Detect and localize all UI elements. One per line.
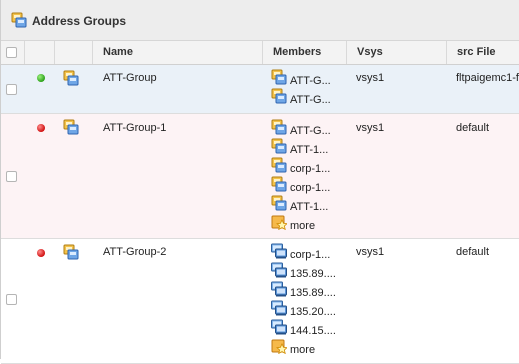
address-group-icon [63,70,79,86]
status-indicator-green [37,74,45,82]
panel-title: Address Groups [32,14,127,28]
status-indicator-red [37,124,45,132]
more-icon [271,214,287,230]
member-label: corp-1... [290,249,331,261]
vsys-value: vsys1 [356,246,385,258]
address-group-icon [271,138,287,154]
member-label: ATT-G... [290,75,331,87]
vsys-value: vsys1 [356,72,385,84]
network-address-icon [271,319,287,335]
column-header-vsys[interactable]: Vsys [346,41,446,64]
member-label: ATT-G... [290,125,331,137]
address-group-icon [63,119,79,135]
column-header-src-file[interactable]: src File [446,41,519,64]
member-label: corp-1... [290,163,331,175]
address-group-icon [271,176,287,192]
more-link-label[interactable]: more [290,344,315,356]
group-name[interactable]: ATT-Group-2 [103,246,166,258]
member-label: 135.89.... [290,268,336,280]
address-group-icon [271,157,287,173]
member-label: ATT-1... [290,201,329,213]
row-checkbox[interactable] [6,171,17,182]
address-group-icon [271,195,287,211]
src-file-value: default [456,122,490,134]
member-label: 144.15.... [290,325,336,337]
panel-titlebar: Address Groups [1,0,519,41]
row-checkbox[interactable] [6,84,17,95]
column-header-status [24,41,54,64]
table-row[interactable]: ATT-Group ATT-G... ATT-G... vsys1 fltpai… [1,65,519,114]
column-header-members[interactable]: Members [262,41,346,64]
network-address-icon [271,281,287,297]
network-address-icon [271,243,287,259]
address-groups-panel: Address Groups Name Members Vsys src Fil… [0,0,519,364]
column-header-type [54,41,92,64]
column-header-name[interactable]: Name [92,41,262,64]
address-group-icon [271,88,287,104]
src-file-value: fltpaigemc1-fl [456,72,519,84]
group-name[interactable]: ATT-Group-1 [103,122,166,134]
table-row[interactable]: ATT-Group-2 corp-1... 135.89.... 135.89.… [1,239,519,364]
member-label: ATT-1... [290,144,329,156]
member-label: 135.20.... [290,306,336,318]
member-label: 135.89.... [290,287,336,299]
more-icon [271,338,287,354]
network-address-icon [271,300,287,316]
address-group-icon [271,69,287,85]
member-label: corp-1... [290,182,331,194]
table-header: Name Members Vsys src File [1,41,519,65]
status-indicator-red [37,249,45,257]
more-link-label[interactable]: more [290,220,315,232]
address-group-icon [271,119,287,135]
vsys-value: vsys1 [356,122,385,134]
group-name[interactable]: ATT-Group [103,72,157,84]
address-group-icon [63,244,79,260]
member-label: ATT-G... [290,94,331,106]
address-group-icon [11,12,27,28]
network-address-icon [271,262,287,278]
table-row[interactable]: ATT-Group-1 ATT-G... ATT-1... corp-1... … [1,114,519,239]
src-file-value: default [456,246,490,258]
select-all-checkbox[interactable] [6,47,17,58]
row-checkbox[interactable] [6,294,17,305]
